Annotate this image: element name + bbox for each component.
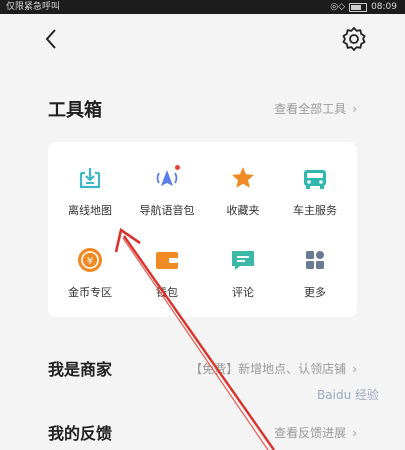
feedback-title[interactable]: 我的反馈 [48, 420, 112, 444]
offline-map-icon [79, 168, 101, 189]
watermark: Baidu 经验 [317, 388, 379, 402]
toolbox-title: 工具箱 [48, 100, 102, 121]
battery-icon [349, 2, 368, 12]
toolbox-card: 离线地图 导航语音包 收藏夹 车主服务 ¥ 金币专区 钱包 评论 更多 [48, 142, 357, 317]
coin-icon: ¥ [78, 248, 102, 272]
more-grid-icon [306, 251, 324, 269]
tool-car-service[interactable]: 车主服务 [277, 164, 353, 242]
chevron-right-icon: › [352, 101, 357, 116]
status-icons: ◎◇ 08:09 [330, 0, 397, 14]
clock-text: 08:09 [371, 2, 397, 12]
merchant-link[interactable]: 【免费】新增地点、认领店铺 › [190, 360, 357, 377]
tool-wallet[interactable]: 钱包 [129, 246, 205, 324]
chevron-right-icon: › [352, 425, 357, 440]
car-icon [304, 170, 326, 189]
status-bar: 仅限紧急呼叫 ◎◇ 08:09 [0, 0, 405, 14]
tool-favorites[interactable]: 收藏夹 [205, 164, 281, 242]
tool-label: 离线地图 [68, 204, 112, 217]
signal-icon: ◎◇ [330, 2, 346, 12]
voice-pack-icon [156, 165, 180, 186]
merchant-title[interactable]: 我是商家 [48, 356, 112, 380]
tool-coin-zone[interactable]: ¥ 金币专区 [52, 246, 128, 324]
view-all-tools-link[interactable]: 查看全部工具 › [274, 100, 357, 117]
wallet-icon [156, 252, 178, 269]
star-icon [232, 167, 254, 188]
comment-icon [232, 251, 254, 270]
view-all-label: 查看全部工具 [274, 102, 347, 116]
notification-dot [175, 165, 180, 170]
tool-label: 评论 [232, 286, 254, 299]
feedback-detail: 查看反馈进展 [274, 426, 347, 440]
tool-voice-pack[interactable]: 导航语音包 [129, 164, 205, 242]
tool-label: 导航语音包 [139, 204, 195, 217]
chevron-right-icon: › [352, 361, 357, 376]
svg-text:¥: ¥ [87, 256, 93, 267]
back-button[interactable] [36, 24, 66, 54]
feedback-link[interactable]: 查看反馈进展 › [274, 424, 357, 441]
tool-label: 钱包 [156, 286, 178, 299]
tool-comments[interactable]: 评论 [205, 246, 281, 324]
top-bar [0, 14, 405, 64]
carrier-text: 仅限紧急呼叫 [6, 2, 61, 12]
tool-label: 金币专区 [68, 286, 112, 299]
chevron-left-icon [45, 29, 56, 49]
tool-label: 车主服务 [293, 204, 337, 217]
settings-button[interactable] [339, 24, 369, 54]
tool-offline-map[interactable]: 离线地图 [52, 164, 128, 242]
merchant-detail: 【免费】新增地点、认领店铺 [190, 362, 347, 376]
gear-icon [342, 27, 366, 51]
tool-label: 更多 [304, 286, 326, 299]
tool-more[interactable]: 更多 [277, 246, 353, 324]
tool-label: 收藏夹 [226, 204, 260, 217]
